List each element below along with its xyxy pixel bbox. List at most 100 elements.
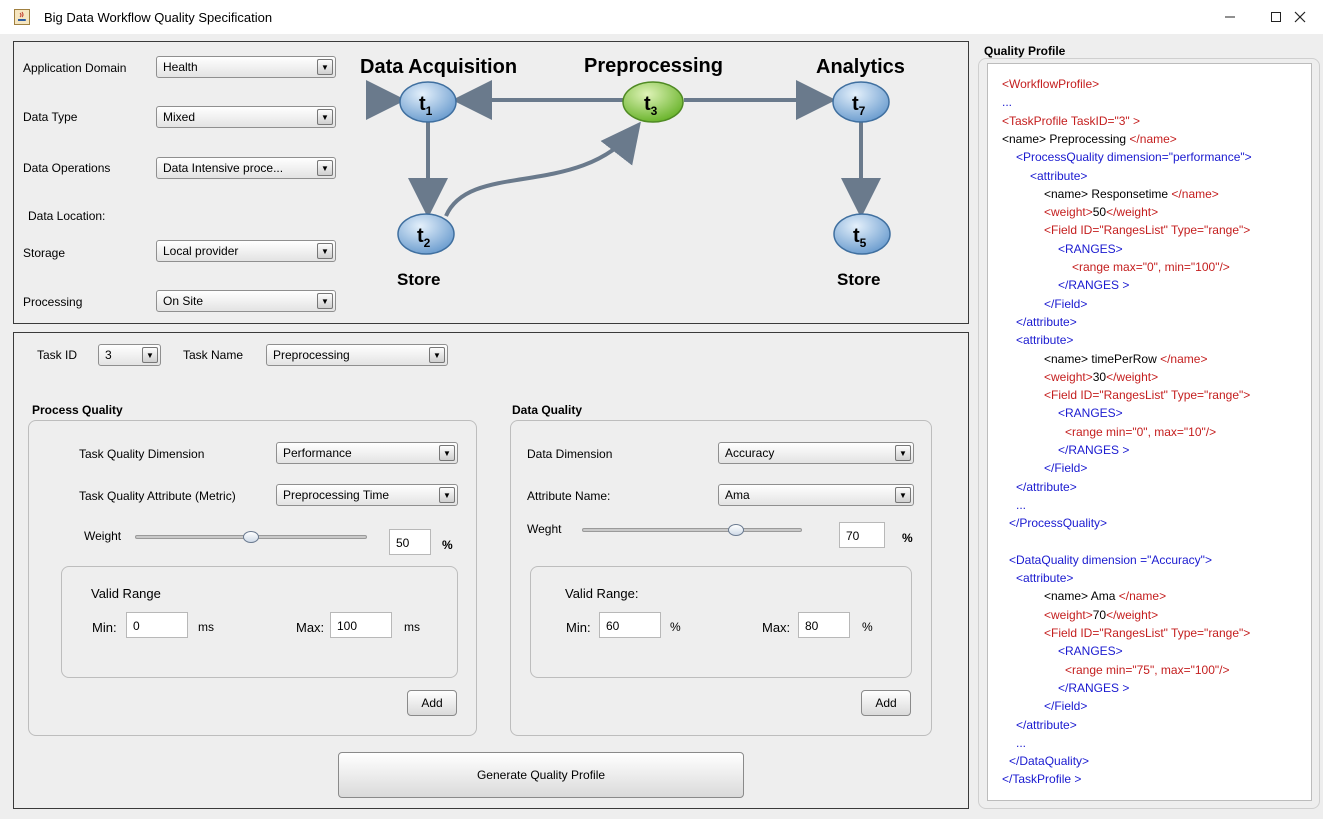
- profile-line: <name> Responsetime </name>: [1044, 186, 1219, 202]
- location-label: Data Location:: [28, 209, 106, 223]
- profile-token: <weight>: [1044, 607, 1093, 622]
- profile-line: <RANGES>: [1058, 241, 1123, 257]
- task-dimension-label: Task Quality Dimension: [79, 447, 205, 461]
- process-quality-header: Process Quality: [32, 403, 123, 417]
- pq-add-button[interactable]: Add: [407, 690, 457, 716]
- dq-weight-input[interactable]: 70: [839, 522, 885, 548]
- profile-token: </weight>: [1106, 205, 1159, 220]
- node-t3: t3: [622, 81, 684, 123]
- task-dimension-select[interactable]: Performance ▼: [276, 442, 458, 464]
- task-name-value: Preprocessing: [273, 348, 350, 362]
- profile-token: <name>: [1044, 589, 1089, 604]
- processing-select[interactable]: On Site ▼: [156, 290, 336, 312]
- chevron-down-icon: ▼: [895, 445, 911, 461]
- quality-profile-title: Quality Profile: [984, 44, 1066, 58]
- pq-min-input[interactable]: 0: [126, 612, 188, 638]
- edge-t2-t3: [444, 121, 641, 217]
- profile-token: </Field>: [1044, 461, 1088, 476]
- dq-max-input[interactable]: 80: [798, 612, 850, 638]
- profile-line: <name> Preprocessing </name>: [1002, 131, 1177, 147]
- ops-label: Data Operations: [23, 161, 111, 175]
- profile-line: <attribute>: [1030, 168, 1087, 184]
- pq-max-unit: ms: [404, 620, 420, 634]
- profile-line: </attribute>: [1016, 479, 1077, 495]
- dq-add-button[interactable]: Add: [861, 690, 911, 716]
- data-dimension-select[interactable]: Accuracy ▼: [718, 442, 914, 464]
- type-label: Data Type: [23, 110, 78, 124]
- attribute-name-select[interactable]: Ama ▼: [718, 484, 914, 506]
- minimize-button[interactable]: [1207, 0, 1253, 34]
- attribute-name-label: Attribute Name:: [527, 489, 611, 503]
- profile-line: </Field>: [1044, 296, 1087, 312]
- pq-weight-input[interactable]: 50: [389, 529, 431, 555]
- profile-line: </RANGES >: [1058, 277, 1129, 293]
- task-name-select[interactable]: Preprocessing ▼: [266, 344, 448, 366]
- task-id-label: Task ID: [37, 348, 78, 362]
- profile-line: </Field>: [1044, 698, 1087, 714]
- profile-line: </TaskProfile >: [1002, 771, 1081, 787]
- profile-token: </ProcessQuality>: [1009, 516, 1108, 531]
- processing-value: On Site: [163, 294, 204, 308]
- task-name-label: Task Name: [183, 348, 244, 362]
- ops-select[interactable]: Data Intensive proce... ▼: [156, 157, 336, 179]
- dq-weight-label: Weght: [527, 522, 562, 536]
- profile-token: <range max="0", min="100"/>: [1072, 260, 1230, 274]
- stage-label-acquisition: Data Acquisition: [360, 56, 518, 78]
- task-id-select[interactable]: 3 ▼: [98, 344, 161, 366]
- store-label-t5: Store: [837, 270, 881, 289]
- dq-weight-slider-knob[interactable]: [728, 524, 744, 536]
- pq-weight-slider-knob[interactable]: [243, 531, 259, 543]
- profile-token: ...: [1016, 735, 1027, 750]
- chevron-down-icon: ▼: [317, 109, 333, 125]
- profile-token: 50: [1092, 205, 1107, 220]
- task-attribute-value: Preprocessing Time: [283, 488, 390, 502]
- profile-token: </attribute>: [1016, 479, 1077, 494]
- profile-token: <Field ID="RangesList" Type="range">: [1044, 626, 1251, 640]
- node-t2: t2: [397, 213, 455, 255]
- chevron-down-icon: ▼: [142, 347, 158, 363]
- dq-weight-unit: %: [902, 531, 913, 545]
- profile-token: </TaskProfile >: [1002, 772, 1082, 787]
- quality-profile-text[interactable]: <WorkflowProfile>... <TaskProfile TaskID=…: [987, 63, 1312, 801]
- storage-label: Storage: [23, 246, 66, 260]
- node-t1: t1: [399, 81, 457, 123]
- data-dimension-value: Accuracy: [725, 446, 775, 460]
- profile-line: <ProcessQuality dimension="performance">: [1016, 149, 1252, 165]
- chevron-down-icon: ▼: [429, 347, 445, 363]
- profile-token: </RANGES >: [1058, 443, 1130, 457]
- profile-line: </RANGES >: [1058, 680, 1129, 696]
- task-attribute-select[interactable]: Preprocessing Time ▼: [276, 484, 458, 506]
- profile-token: </name>: [1118, 589, 1167, 604]
- pq-valid-range-group: [61, 566, 458, 678]
- profile-line: <name> timePerRow </name>: [1044, 351, 1207, 367]
- profile-token: <weight>: [1044, 205, 1093, 220]
- profile-line: ...: [1016, 735, 1026, 751]
- profile-line: <weight>70</weight>: [1044, 607, 1158, 623]
- pq-min-label: Min:: [92, 620, 117, 635]
- profile-token: </attribute>: [1016, 717, 1077, 732]
- profile-token: <RANGES>: [1058, 644, 1123, 659]
- profile-token: timePerRow: [1088, 351, 1161, 366]
- dq-valid-range-title: Valid Range:: [565, 586, 639, 601]
- storage-select[interactable]: Local provider ▼: [156, 240, 336, 262]
- profile-line: </attribute>: [1016, 717, 1077, 733]
- chevron-down-icon: ▼: [317, 243, 333, 259]
- profile-token: <attribute>: [1016, 571, 1074, 586]
- stage-label-preprocessing: Preprocessing: [584, 55, 723, 77]
- minimize-icon: [1225, 16, 1235, 18]
- profile-token: ...: [1016, 497, 1027, 512]
- type-select[interactable]: Mixed ▼: [156, 106, 336, 128]
- profile-token: <Field ID="RangesList" Type="range">: [1044, 223, 1251, 238]
- generate-profile-button[interactable]: Generate Quality Profile: [338, 752, 744, 798]
- pq-valid-range-title: Valid Range: [91, 586, 161, 601]
- domain-select[interactable]: Health ▼: [156, 56, 336, 78]
- dq-min-input[interactable]: 60: [599, 612, 661, 638]
- dq-weight-slider-track[interactable]: [582, 528, 802, 532]
- profile-line: <RANGES>: [1058, 643, 1123, 659]
- profile-token: <name>: [1044, 351, 1089, 366]
- pq-max-input[interactable]: 100: [330, 612, 392, 638]
- store-label-t2: Store: [397, 270, 441, 289]
- data-dimension-label: Data Dimension: [527, 447, 613, 461]
- close-button[interactable]: [1277, 0, 1323, 34]
- profile-token: Responsetime: [1088, 186, 1172, 201]
